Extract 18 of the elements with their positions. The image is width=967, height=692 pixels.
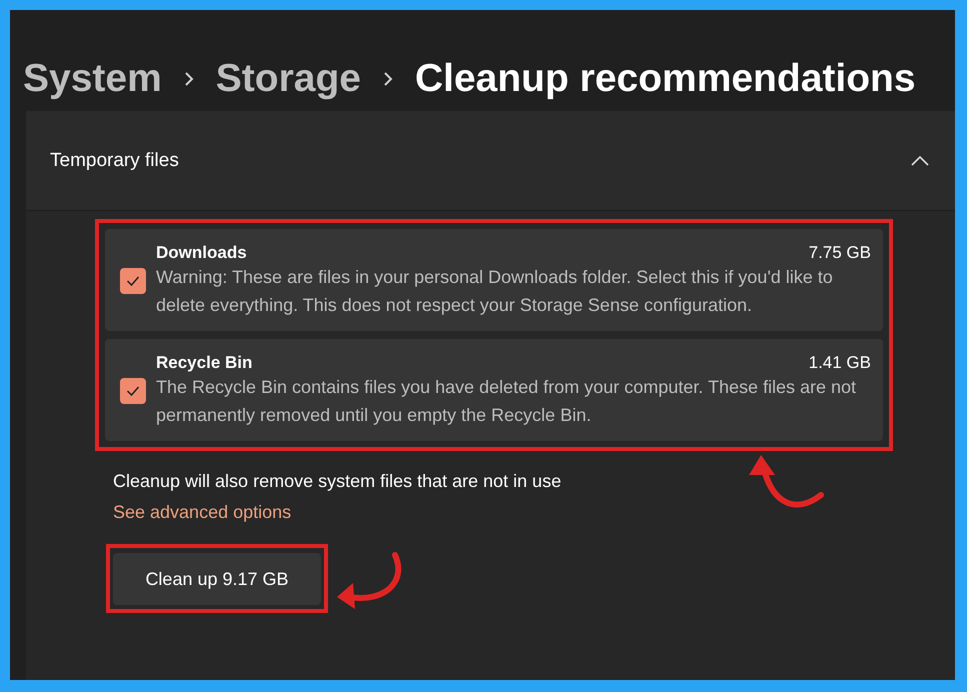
item-size: 7.75 GB <box>808 243 871 263</box>
item-name: Downloads <box>156 243 247 263</box>
cleanup-note: Cleanup will also remove system files that are not in use <box>113 471 562 492</box>
section-title: Temporary files <box>50 150 179 172</box>
item-description: The Recycle Bin contains files you have deleted from your computer. These files are not permanently removed until you empty the Recycle Bin. <box>156 376 858 427</box>
checkmark-icon <box>126 275 140 287</box>
collapse-icon[interactable] <box>911 156 929 166</box>
item-description: Warning: These are files in your personal Downloads folder. Select this if you'd like to delete everything. This does not respect your Storage Sense configuration. <box>156 266 834 317</box>
breadcrumb-item[interactable]: System <box>23 56 162 100</box>
item-name: Recycle Bin <box>156 353 252 373</box>
cleanup-button[interactable]: Clean up 9.17 GB <box>113 553 321 605</box>
item-size: 1.41 GB <box>808 353 871 373</box>
breadcrumb-item: Cleanup recommendations <box>414 56 916 100</box>
checkbox[interactable] <box>120 378 146 404</box>
checkbox[interactable] <box>120 268 146 294</box>
advanced-options-link[interactable]: See advanced options <box>113 502 292 523</box>
breadcrumb-item[interactable]: Storage <box>216 56 361 100</box>
checkmark-icon <box>126 385 140 397</box>
